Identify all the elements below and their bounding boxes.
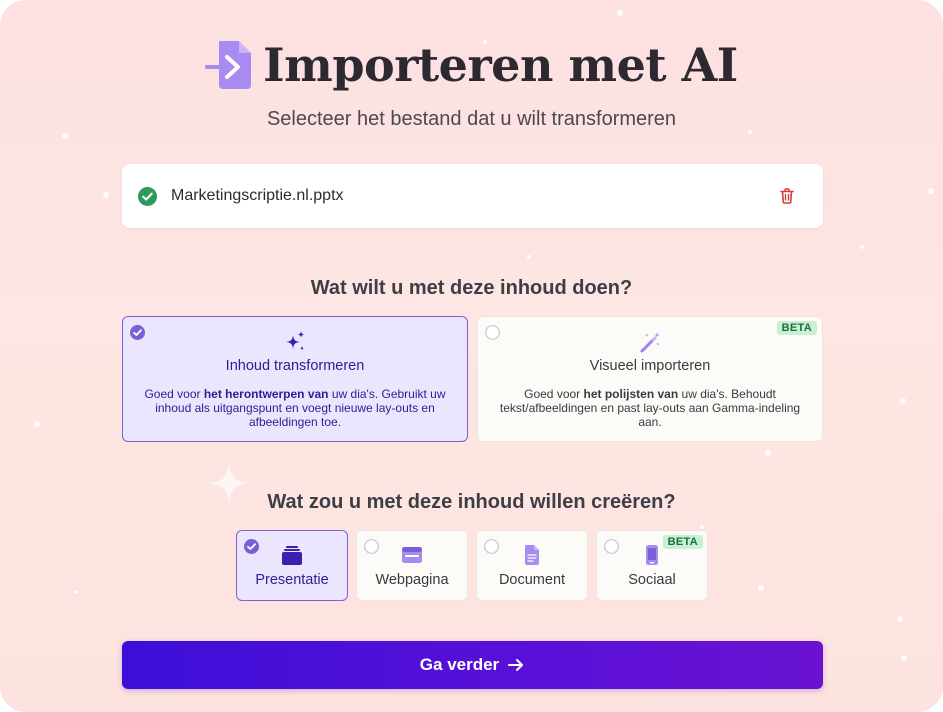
background-dot (62, 133, 68, 139)
content-action-question: Wat wilt u met deze inhoud doen? (310, 277, 633, 299)
page-subtitle: Selecteer het bestand dat u wilt transfo… (266, 108, 677, 130)
continue-button-label: Ga verder (419, 655, 500, 674)
magic-wand-icon (640, 332, 660, 353)
background-dot (758, 585, 764, 591)
option-label: Visueel importeren (589, 358, 711, 374)
continue-button[interactable]: Ga verder (122, 641, 823, 689)
background-dot (103, 192, 109, 198)
create-option-document[interactable]: Document (476, 530, 588, 601)
create-option-webpage[interactable]: Webpagina (356, 530, 468, 601)
radio-unchecked-icon (484, 539, 499, 554)
file-import-icon (205, 41, 252, 89)
phone-icon (646, 545, 658, 565)
option-label: Inhoud transformeren (225, 358, 365, 374)
option-description: Goed voor het polijsten van uw dia's. Be… (499, 387, 801, 429)
background-dot (700, 525, 704, 529)
header: Importeren met AI (0, 38, 943, 92)
check-circle-icon (138, 186, 157, 206)
sparkles-icon (286, 331, 305, 351)
radio-unchecked-icon (364, 539, 379, 554)
background-dot (34, 421, 40, 427)
beta-badge: BETA (776, 321, 817, 335)
background-dot (928, 188, 934, 194)
background-dot (765, 450, 771, 456)
import-dialog: Importeren met AI Selecteer het bestand … (0, 0, 943, 712)
option-description: Goed voor het herontwerpen van uw dia's.… (144, 387, 446, 429)
option-visual-import[interactable]: BETA Visueel importeren Goed voor het po… (477, 316, 823, 442)
radio-unchecked-icon (604, 539, 619, 554)
create-option-label: Presentatie (255, 572, 329, 588)
background-dot (901, 655, 907, 661)
delete-file-icon[interactable] (778, 187, 796, 205)
presentation-icon (282, 546, 302, 565)
create-option-social[interactable]: BETA Sociaal (596, 530, 708, 601)
create-option-presentation[interactable]: Presentatie (236, 530, 348, 601)
background-dot (897, 616, 903, 622)
create-option-label: Document (498, 572, 566, 588)
arrow-right-icon (508, 659, 524, 671)
radio-checked-icon (244, 539, 259, 554)
create-option-label: Sociaal (628, 572, 676, 588)
background-dot (527, 255, 531, 259)
radio-checked-icon (130, 325, 145, 340)
create-option-label: Webpagina (375, 572, 449, 588)
background-dot (74, 590, 78, 594)
uploaded-file-card: Marketingscriptie.nl.pptx (122, 164, 823, 228)
file-name: Marketingscriptie.nl.pptx (171, 187, 344, 204)
option-transform-content[interactable]: Inhoud transformeren Goed voor het heron… (122, 316, 468, 442)
background-dot (900, 398, 906, 404)
webpage-icon (402, 547, 422, 563)
background-dot (860, 245, 864, 249)
page-title: Importeren met AI (263, 38, 738, 92)
create-type-question: Wat zou u met deze inhoud willen creëren… (267, 491, 676, 513)
beta-badge: BETA (662, 535, 703, 549)
background-dot (617, 10, 623, 16)
radio-unchecked-icon (485, 325, 500, 340)
document-icon (525, 545, 539, 565)
